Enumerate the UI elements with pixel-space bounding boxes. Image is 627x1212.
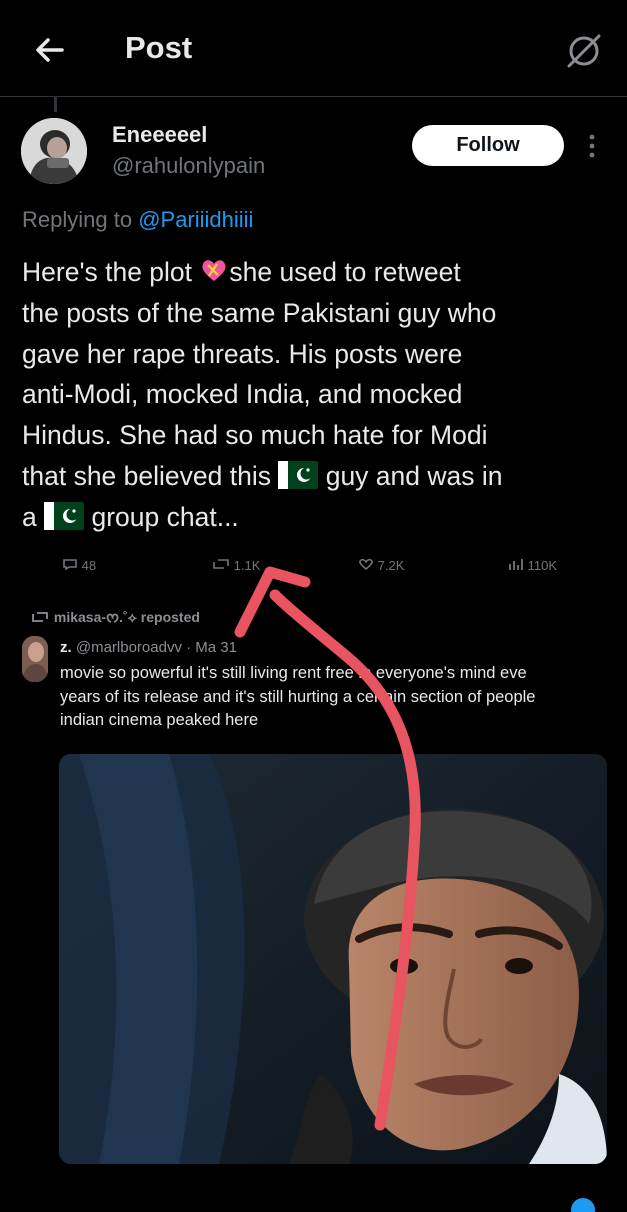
post-line: gave her rape threats. His posts were (22, 338, 463, 369)
replying-to-prefix: Replying to (22, 207, 139, 232)
author-handle[interactable]: @rahulonlypain (112, 153, 265, 179)
sparkling-heart-icon (202, 260, 226, 281)
view-count: 110K (508, 558, 557, 573)
post-line: that she believed this (22, 460, 279, 491)
pakistan-flag-icon (278, 460, 319, 489)
grok-icon[interactable] (563, 30, 605, 72)
like-count-value: 7.2K (377, 558, 405, 573)
view-count-value: 110K (527, 558, 558, 573)
repost-count-value: 1.1K (233, 558, 261, 573)
views-icon (509, 559, 523, 570)
quoted-name: z. (60, 639, 72, 656)
top-bar: Post (0, 0, 627, 97)
quoted-handle: @marlboroadvv · Ma 31 (75, 639, 237, 656)
post-line: anti-Modi, mocked India, and mocked (22, 379, 463, 410)
quoted-header: z. @marlboroadvv · Ma 31 (60, 639, 237, 656)
replying-to: Replying to @Pariiidhiiii (22, 207, 253, 233)
page-title: Post (125, 30, 193, 65)
post-line: Here's the plot (22, 257, 200, 287)
reply-icon (63, 559, 77, 571)
post-line: group chat... (84, 501, 239, 532)
reply-count: 48 (62, 558, 96, 573)
follow-button[interactable]: Follow (412, 125, 564, 166)
post-line: a (22, 501, 45, 532)
quoted-avatar (22, 636, 48, 682)
like-icon (359, 558, 373, 570)
replying-to-link[interactable]: @Pariiidhiiii (138, 207, 253, 232)
thread-connector (54, 96, 57, 112)
repost-attribution: mikasa-ᰔ.˚⟡ reposted (30, 608, 200, 629)
quoted-line: movie so powerful it's still living rent… (60, 664, 527, 682)
quoted-line: indian cinema peaked here (60, 711, 259, 729)
pakistan-flag-icon (44, 501, 85, 530)
post-line: Hindus. She had so much hate for Modi (22, 420, 488, 451)
movie-still-image[interactable] (59, 754, 607, 1164)
compose-fab-icon[interactable] (565, 1188, 601, 1212)
like-count: 7.2K (358, 558, 404, 573)
post-line: she used to retweet (229, 257, 461, 287)
reply-count-value: 48 (81, 558, 97, 573)
post-line: guy and was in (318, 460, 503, 491)
repost-count: 1.1K (212, 558, 260, 573)
embedded-screenshot[interactable]: 48 1.1K 7.2K 110K mikasa-ᰔ.˚⟡ reposted z… (0, 558, 627, 1200)
back-arrow-icon[interactable] (30, 30, 70, 70)
quoted-text: movie so powerful it's still living rent… (60, 662, 620, 733)
repost-attribution-text: mikasa-ᰔ.˚⟡ reposted (53, 609, 200, 625)
quoted-line: years of its release and it's still hurt… (60, 687, 536, 706)
more-icon[interactable] (585, 133, 599, 159)
repost-icon (32, 612, 48, 622)
avatar[interactable] (21, 118, 87, 184)
repost-icon (213, 559, 229, 569)
post-body: Here's the plot she used to retweet the … (22, 252, 612, 538)
post-line: the posts of the same Pakistani guy who (22, 297, 497, 328)
author-name[interactable]: Eneeeeel (112, 122, 207, 148)
